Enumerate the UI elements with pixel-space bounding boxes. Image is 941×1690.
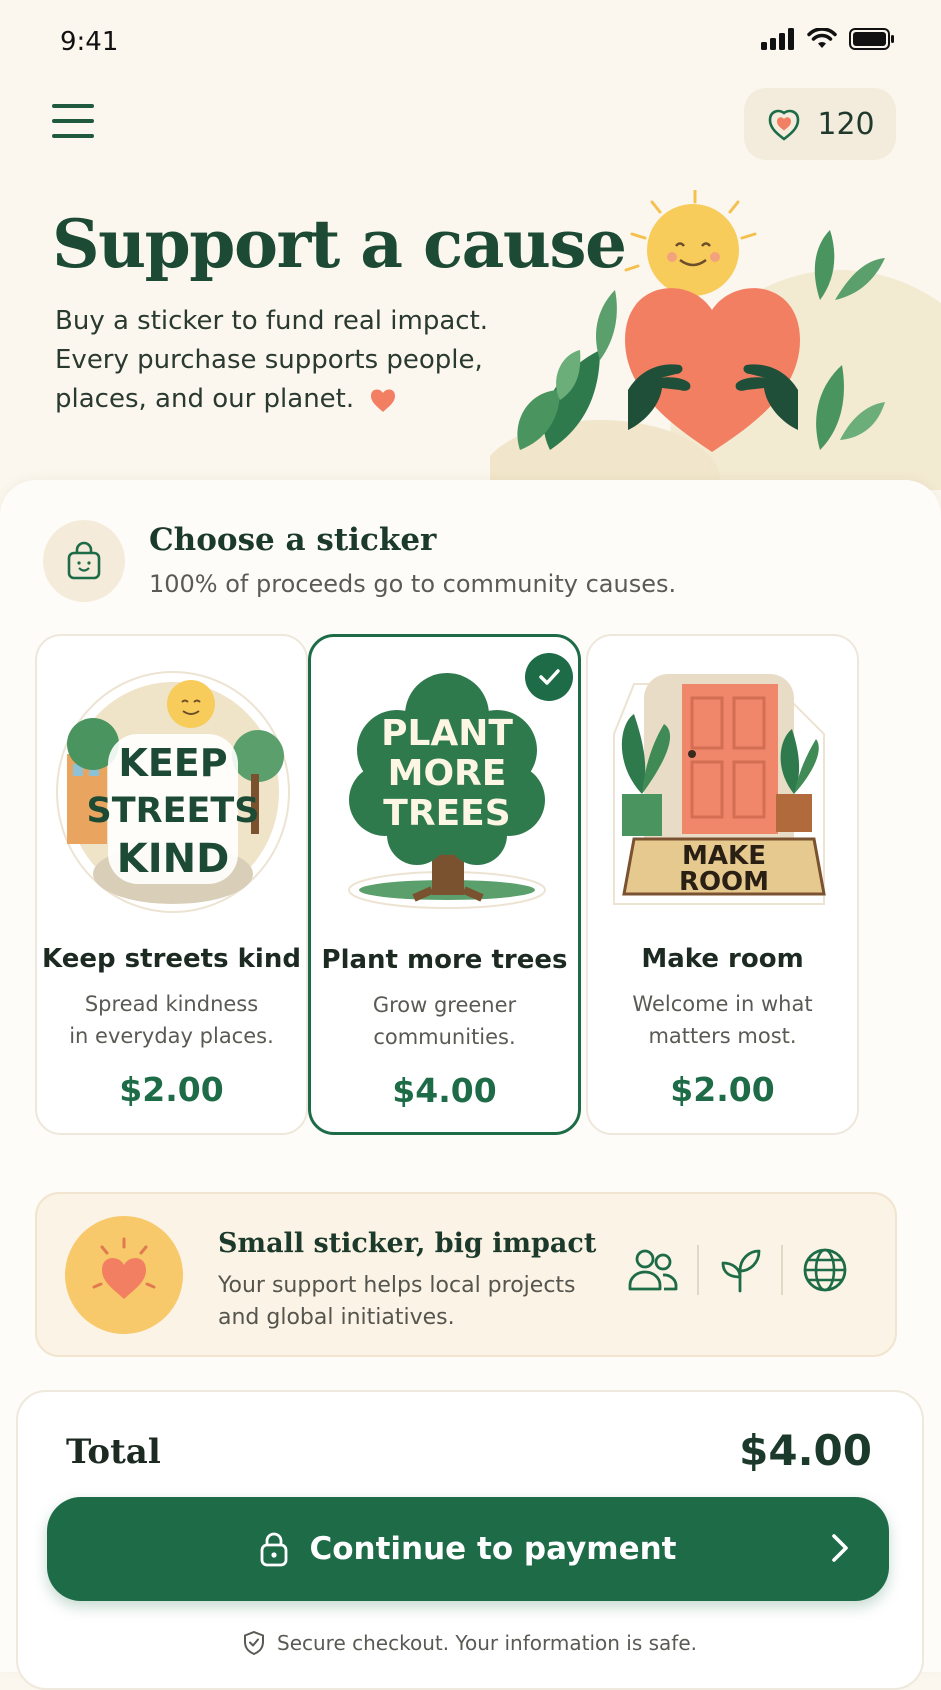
hero-subtitle-line: places, and our planet. [55, 384, 355, 414]
sticker-description: Spread kindness in everyday places. [69, 992, 274, 1048]
impact-icons [627, 1242, 849, 1298]
sticker-description: Welcome in what matters most. [632, 992, 813, 1048]
chevron-right-icon [832, 1534, 848, 1562]
divider [781, 1245, 783, 1295]
impact-description: Your support helps local projects and gl… [218, 1273, 576, 1330]
sticker-art-text: ROOM [679, 867, 769, 897]
people-icon [628, 1249, 678, 1291]
sticker-price: $2.00 [119, 1070, 224, 1109]
hero-subtitle: Buy a sticker to fund real impact. Every… [55, 302, 555, 419]
sticker-image: PLANT MORE TREES [348, 673, 546, 909]
sticker-title: Make room [641, 944, 804, 974]
sticker-art-text: TREES [383, 793, 510, 834]
checkout-panel: Total $4.00 Continue to payment Secure c… [16, 1390, 924, 1690]
sticker-description: Grow greener communities. [372, 993, 517, 1049]
section-subtitle: 100% of proceeds go to community causes. [149, 570, 677, 598]
sticker-art-text: PLANT [381, 713, 513, 754]
status-time: 9:41 [60, 27, 119, 57]
total-label: Total [66, 1432, 161, 1472]
status-bar: 9:41 [0, 0, 941, 90]
sticker-art-text: STREETS [87, 791, 260, 831]
heart-icon [371, 389, 396, 412]
heart-sun-icon [65, 1216, 183, 1334]
continue-to-payment-button[interactable]: Continue to payment [47, 1497, 889, 1601]
heart-hands-icon [769, 109, 800, 141]
battery-icon [849, 28, 894, 50]
globe-icon [803, 1248, 847, 1292]
signal-icon [761, 28, 794, 50]
selected-check-icon [525, 653, 573, 701]
hero-subtitle-line: Buy a sticker to fund real impact. [55, 306, 489, 336]
lock-icon [261, 1532, 288, 1567]
sticker-art-text: MORE [388, 753, 507, 794]
secure-checkout-note: Secure checkout. Your information is saf… [18, 1630, 922, 1656]
points-badge[interactable]: 120 [744, 88, 896, 160]
button-label: Continue to payment [309, 1531, 677, 1567]
status-icons [761, 28, 895, 50]
sticker-image: KEEP STREETS KIND [56, 671, 290, 913]
sticker-card-make-room[interactable]: MAKE ROOM Make room Welcome in what matt… [586, 634, 859, 1135]
menu-button[interactable] [52, 104, 94, 140]
hamburger-icon [52, 104, 94, 108]
sticker-art-text: KEEP [118, 741, 227, 785]
impact-title: Small sticker, big impact [218, 1228, 597, 1259]
wifi-icon [807, 28, 837, 48]
sticker-title: Plant more trees [321, 945, 568, 975]
sticker-price: $4.00 [392, 1071, 497, 1110]
points-value: 120 [817, 106, 875, 142]
total-value: $4.00 [739, 1426, 872, 1475]
shield-check-icon [244, 1630, 264, 1656]
sticker-art-text: KIND [117, 836, 230, 882]
sticker-card-keep-streets-kind[interactable]: KEEP STREETS KIND Keep streets kind Spre… [35, 634, 308, 1135]
hero-subtitle-line: Every purchase supports people, [55, 345, 483, 375]
divider [697, 1245, 699, 1295]
sprout-icon [721, 1249, 761, 1293]
hero-illustration [490, 190, 941, 490]
sticker-card-plant-more-trees[interactable]: PLANT MORE TREES Plant more trees Grow g… [308, 634, 581, 1135]
shopping-bag-icon [43, 520, 125, 602]
impact-banner: Small sticker, big impact Your support h… [35, 1192, 897, 1357]
section-title: Choose a sticker [149, 522, 437, 558]
sticker-title: Keep streets kind [42, 944, 301, 974]
sticker-price: $2.00 [670, 1070, 775, 1109]
sticker-image: MAKE ROOM [613, 674, 826, 905]
